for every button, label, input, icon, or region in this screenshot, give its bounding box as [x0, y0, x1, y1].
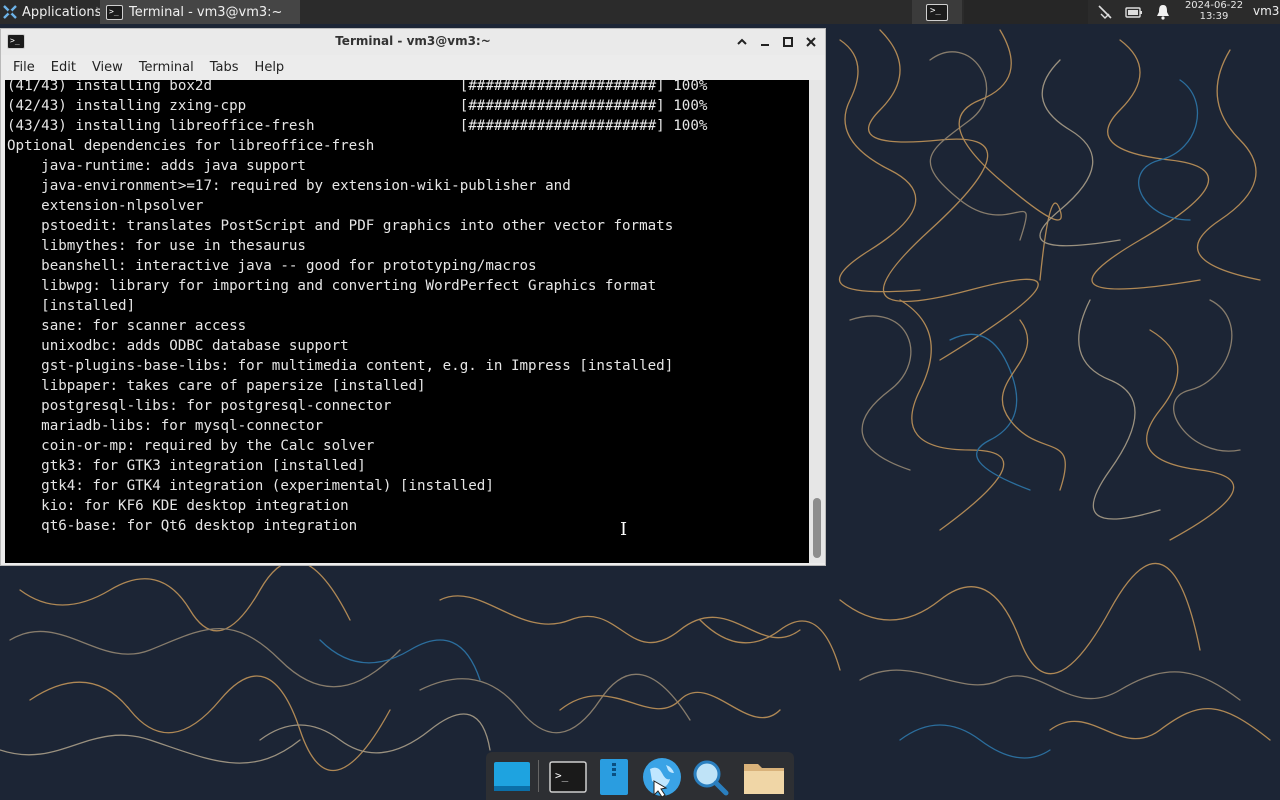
applications-menu-button[interactable]: Applications: [0, 0, 101, 24]
applications-menu-label: Applications: [22, 4, 102, 20]
dock-show-desktop[interactable]: [490, 756, 534, 798]
system-tray: [1096, 0, 1172, 24]
clock-time: 13:39: [1199, 11, 1229, 22]
folder-icon: [744, 764, 784, 794]
menu-terminal[interactable]: Terminal: [131, 60, 202, 75]
menu-edit[interactable]: Edit: [43, 60, 84, 75]
text-cursor-icon: I: [620, 519, 628, 540]
dock-terminal[interactable]: >_: [546, 756, 590, 798]
dock-web-browser[interactable]: [640, 756, 684, 798]
minimize-icon: [761, 44, 769, 46]
shade-button[interactable]: [732, 32, 752, 52]
dock: >_: [486, 752, 794, 800]
show-desktop-icon: [494, 762, 530, 791]
clock[interactable]: 2024-06-22 13:39: [1180, 0, 1248, 24]
search-icon: [693, 760, 729, 796]
panel-separator: ⋮: [92, 6, 102, 17]
workspace-1-button[interactable]: >_: [912, 0, 962, 24]
maximize-icon: [783, 37, 793, 47]
web-browser-icon: [643, 758, 681, 798]
menu-help[interactable]: Help: [247, 60, 293, 75]
svg-text:>_: >_: [555, 769, 569, 782]
dock-home-folder[interactable]: [742, 756, 786, 798]
terminal-scrollbar[interactable]: [809, 80, 825, 563]
close-button[interactable]: [801, 32, 821, 52]
notification-bell-icon[interactable]: [1154, 3, 1172, 21]
window-title: Terminal - vm3@vm3:~: [335, 34, 491, 48]
minimize-button[interactable]: [755, 32, 775, 52]
top-panel: Applications ⋮ >_ Terminal - vm3@vm3:~ >…: [0, 0, 1280, 24]
window-titlebar[interactable]: >_ Terminal - vm3@vm3:~: [1, 29, 825, 55]
taskbar-terminal-button[interactable]: >_ Terminal - vm3@vm3:~: [100, 0, 300, 24]
chevron-up-icon: [737, 38, 747, 45]
scrollbar-thumb[interactable]: [813, 498, 821, 558]
menu-tabs[interactable]: Tabs: [202, 60, 247, 75]
workspace-2-button[interactable]: [964, 0, 1088, 24]
battery-icon[interactable]: [1124, 3, 1144, 21]
close-icon: [806, 37, 816, 47]
file-manager-icon: [600, 759, 628, 795]
applications-menu-icon: [3, 5, 17, 19]
menubar: File Edit View Terminal Tabs Help: [1, 55, 825, 79]
menu-file[interactable]: File: [5, 60, 43, 75]
clock-date: 2024-06-22: [1184, 0, 1244, 11]
terminal-output[interactable]: (41/43) installing box2d [##############…: [5, 80, 809, 563]
dock-app-finder[interactable]: [688, 756, 732, 798]
user-menu[interactable]: vm3: [1253, 4, 1279, 18]
workspace-icon: >_: [926, 3, 948, 21]
network-disconnected-icon[interactable]: [1096, 3, 1114, 21]
dock-file-manager[interactable]: [592, 756, 636, 798]
maximize-button[interactable]: [778, 32, 798, 52]
terminal-window: >_ Terminal - vm3@vm3:~ File Edit View T…: [0, 28, 826, 566]
terminal-icon: >_: [106, 4, 123, 20]
terminal-text: (41/43) installing box2d [##############…: [7, 80, 708, 534]
menu-view[interactable]: View: [84, 60, 131, 75]
dock-separator: [538, 760, 539, 792]
terminal-icon: >_: [549, 761, 587, 793]
taskbar-terminal-label: Terminal - vm3@vm3:~: [129, 4, 283, 20]
